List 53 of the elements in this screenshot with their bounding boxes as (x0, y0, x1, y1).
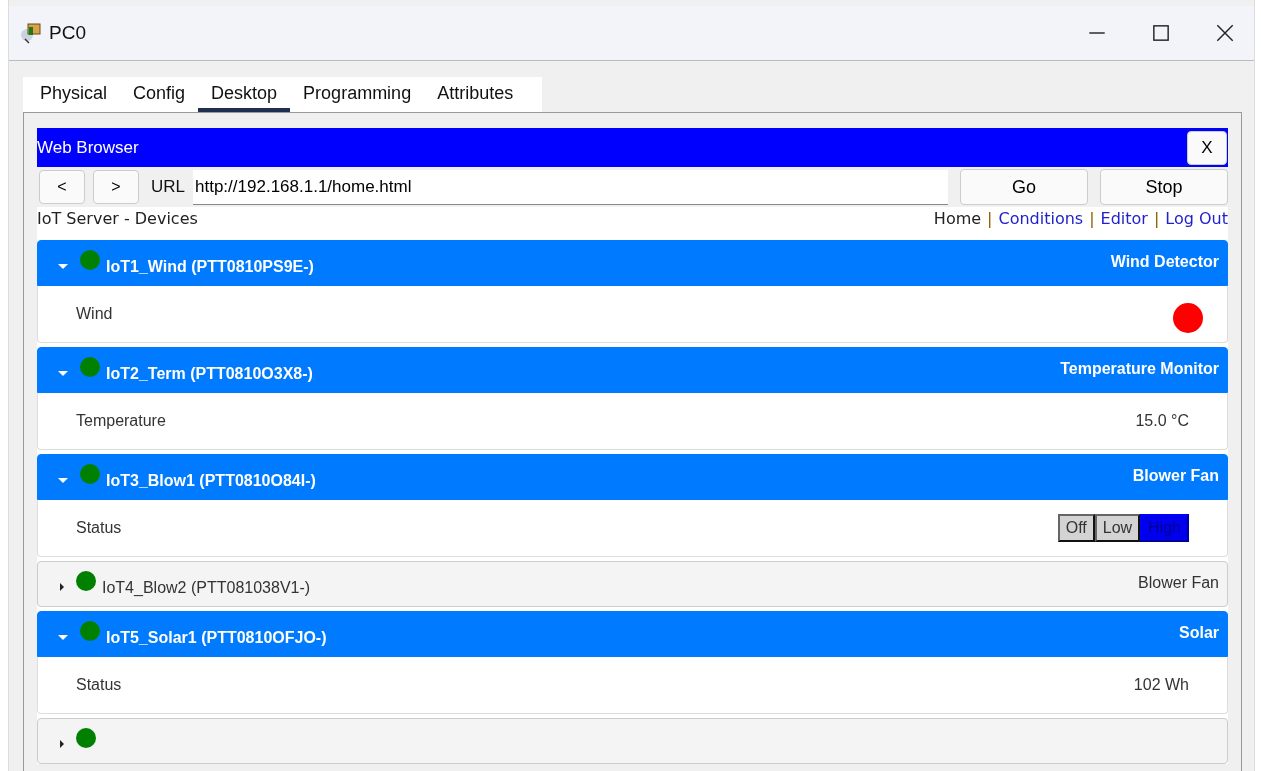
caret-right-icon (60, 583, 64, 591)
device-type: Solar (1179, 624, 1219, 642)
device-header[interactable]: IoT1_Wind (PTT0810PS9E-) Wind Detector (37, 240, 1228, 286)
separator: | (1089, 209, 1095, 228)
stop-button[interactable]: Stop (1100, 169, 1228, 205)
caret-down-icon (58, 370, 68, 376)
caret-down-icon (58, 263, 68, 269)
device-name: IoT4_Blow2 (PTT081038V1-) (102, 579, 311, 597)
caret-down-icon (58, 477, 68, 483)
tab[interactable]: Programming (290, 77, 425, 112)
device-type: Blower Fan (1132, 467, 1219, 485)
forward-button[interactable]: > (93, 170, 139, 204)
device-name: IoT5_Solar1 (PTT0810OFJO-) (106, 629, 327, 647)
separator: | (987, 209, 993, 228)
property-label: Status (76, 519, 122, 537)
nav-link[interactable]: Conditions (998, 209, 1084, 228)
property-label: Wind (76, 305, 113, 323)
nav-link[interactable]: Editor (1100, 209, 1148, 228)
property-value: 102 Wh (1133, 676, 1189, 694)
speed-button[interactable]: Off (1057, 514, 1095, 542)
computer-icon (19, 21, 43, 45)
device-header[interactable]: IoT3_Blow1 (PTT0810O84I-) Blower Fan (37, 454, 1228, 500)
device-name: IoT2_Term (PTT0810O3X8-) (106, 365, 313, 383)
device-header[interactable]: IoT2_Term (PTT0810O3X8-) Temperature Monitor (37, 347, 1228, 393)
device-type: Blower Fan (1138, 574, 1219, 592)
url-field[interactable]: http://192.168.1.1/home.html (193, 169, 948, 205)
tab[interactable]: Config (120, 77, 199, 112)
close-icon[interactable] (1214, 22, 1236, 44)
device-name: IoT1_Wind (PTT0810PS9E-) (106, 258, 314, 276)
page-heading: IoT Server - Devices (37, 209, 198, 228)
property-value: 15.0 °C (1135, 412, 1189, 430)
device-header[interactable]: IoT5_Solar1 (PTT0810OFJO-) Solar (37, 611, 1228, 657)
tab[interactable]: Attributes (424, 77, 527, 112)
url-label: URL (150, 177, 186, 197)
go-button[interactable]: Go (960, 169, 1088, 205)
back-button[interactable]: < (39, 170, 85, 204)
device-name: IoT3_Blow1 (PTT0810O84I-) (106, 472, 316, 490)
maximize-icon[interactable] (1150, 22, 1172, 44)
close-button[interactable]: X (1187, 130, 1227, 165)
property-label: Temperature (76, 412, 166, 430)
nav-link[interactable]: Home (933, 209, 982, 228)
device-type: Wind Detector (1110, 253, 1219, 271)
browser-title: Web Browser (37, 137, 139, 158)
caret-right-icon (60, 740, 64, 748)
speed-button[interactable]: Low (1094, 514, 1141, 542)
device-type: Temperature Monitor (1060, 360, 1219, 378)
caret-down-icon (58, 634, 68, 640)
tab[interactable]: Physical (27, 77, 121, 112)
property-label: Status (76, 676, 122, 694)
window-title: PC0 (49, 22, 86, 44)
device-header[interactable]: IoT4_Blow2 (PTT081038V1-) Blower Fan (37, 561, 1228, 607)
nav-link[interactable]: Log Out (1165, 209, 1228, 228)
separator: | (1153, 209, 1160, 228)
